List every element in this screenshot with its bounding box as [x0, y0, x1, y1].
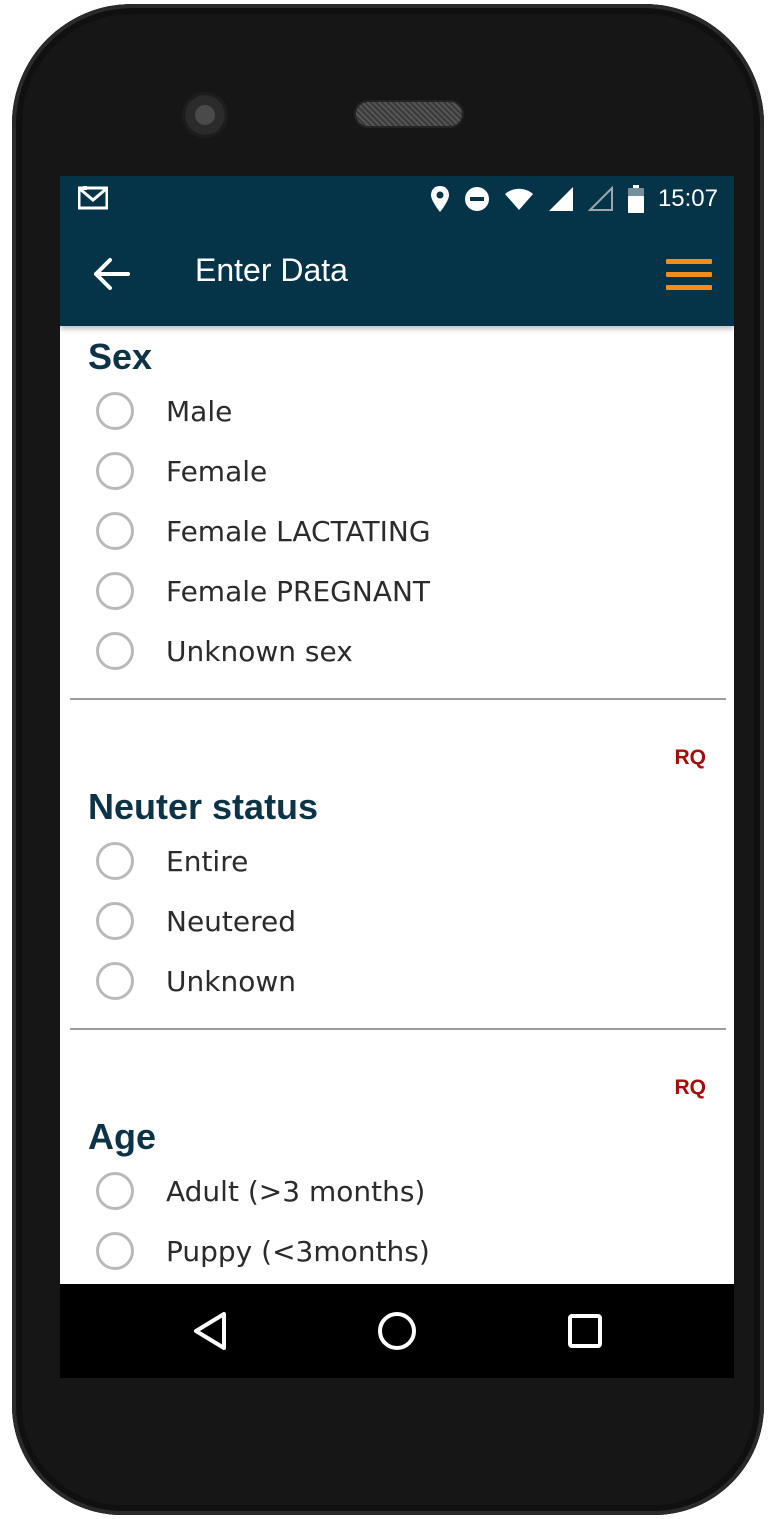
radio-button[interactable] [96, 572, 134, 610]
menu-button[interactable] [666, 258, 712, 292]
option-label: Unknown [166, 964, 296, 998]
section-title: Sex [88, 336, 153, 377]
divider [70, 698, 726, 700]
section-title: Neuter status [88, 786, 319, 827]
option-label: Entire [166, 844, 249, 878]
radio-button[interactable] [96, 512, 134, 550]
signal-empty-icon [587, 186, 613, 211]
option-entire[interactable]: Entire [96, 836, 696, 886]
back-triangle-icon [194, 1312, 226, 1350]
location-icon [430, 186, 449, 212]
radio-button[interactable] [96, 1172, 134, 1210]
section-title: Age [88, 1116, 157, 1157]
radio-button[interactable] [96, 1232, 134, 1270]
option-female-lactating[interactable]: Female LACTATING [96, 506, 696, 556]
hamburger-menu-icon [666, 259, 712, 290]
option-label: Female [166, 454, 268, 488]
clock: 15:07 [657, 185, 718, 212]
option-label: Neutered [166, 904, 297, 938]
option-female[interactable]: Female [96, 446, 696, 496]
earpiece-speaker [354, 100, 464, 128]
option-unknown-sex[interactable]: Unknown sex [96, 626, 696, 676]
option-label: Adult (>3 months) [166, 1174, 426, 1208]
app-bar: Enter Data [60, 222, 734, 326]
radio-button[interactable] [96, 632, 134, 670]
option-puppy[interactable]: Puppy (<3months) [96, 1226, 696, 1276]
radio-button[interactable] [96, 902, 134, 940]
do-not-disturb-icon [464, 187, 489, 211]
radio-button[interactable] [96, 962, 134, 1000]
battery-icon [627, 185, 644, 213]
option-label: Unknown sex [166, 634, 353, 668]
option-female-pregnant[interactable]: Female PREGNANT [96, 566, 696, 616]
navigation-bar [60, 1284, 734, 1378]
option-label: Puppy (<3months) [166, 1234, 430, 1268]
radio-button[interactable] [96, 452, 134, 490]
home-circle-icon [378, 1312, 416, 1350]
option-neutered[interactable]: Neutered [96, 896, 696, 946]
required-badge: RQ [674, 746, 707, 769]
signal-icon [548, 187, 573, 211]
required-badge: RQ [674, 1076, 707, 1099]
wifi-icon [504, 188, 533, 210]
divider [70, 1028, 726, 1030]
nav-recents-button[interactable] [562, 1308, 608, 1354]
back-arrow-button[interactable] [90, 252, 134, 296]
option-male[interactable]: Male [96, 386, 696, 436]
option-label: Female LACTATING [166, 514, 431, 548]
option-unknown[interactable]: Unknown [96, 956, 696, 1006]
radio-button[interactable] [96, 842, 134, 880]
nav-home-button[interactable] [374, 1308, 420, 1354]
radio-button[interactable] [96, 392, 134, 430]
nav-back-button[interactable] [188, 1308, 234, 1354]
status-bar: 15:07 [60, 176, 734, 222]
recents-square-icon [568, 1314, 602, 1348]
screen: 15:07 Enter Data Sex Male Female Female … [60, 176, 734, 1284]
gmail-icon [78, 186, 108, 210]
page-title: Enter Data [195, 252, 348, 288]
option-label: Female PREGNANT [166, 574, 431, 608]
front-camera [182, 92, 228, 138]
status-icons: 15:07 [430, 184, 718, 214]
option-label: Male [166, 394, 233, 428]
option-adult[interactable]: Adult (>3 months) [96, 1166, 696, 1216]
arrow-left-icon [94, 258, 130, 290]
